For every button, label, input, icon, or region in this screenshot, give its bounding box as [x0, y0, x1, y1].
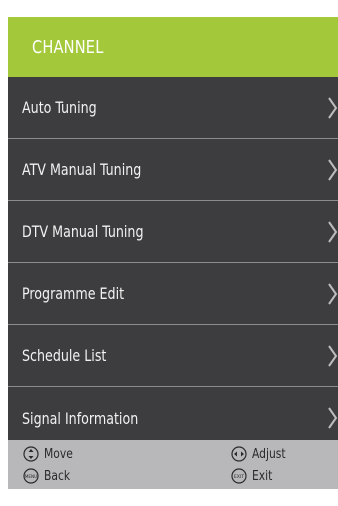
- hint-back-label: Back: [44, 468, 71, 484]
- menu-item-label: Auto Tuning: [22, 98, 97, 117]
- svg-text:MENU: MENU: [25, 474, 37, 479]
- hint-exit: EXIT Exit: [231, 468, 274, 484]
- menu-item-label: Schedule List: [22, 346, 107, 365]
- menu-item-dtv-manual-tuning[interactable]: DTV Manual Tuning: [8, 201, 338, 263]
- chevron-right-icon: [328, 158, 338, 181]
- menu-item-label: Programme Edit: [22, 284, 125, 303]
- menu-item-programme-edit[interactable]: Programme Edit: [8, 263, 338, 325]
- menu-item-label: Signal Information: [22, 408, 139, 428]
- left-right-arrows-icon: [231, 446, 247, 462]
- menu-item-atv-manual-tuning[interactable]: ATV Manual Tuning: [8, 139, 338, 201]
- menu-item-schedule-list[interactable]: Schedule List: [8, 325, 338, 387]
- up-down-arrows-icon: [23, 446, 39, 462]
- menu-item-label: DTV Manual Tuning: [22, 222, 144, 241]
- chevron-right-icon: [328, 96, 338, 119]
- hint-move: Move: [23, 446, 75, 462]
- hint-adjust-label: Adjust: [252, 446, 286, 462]
- menu-button-icon: MENU: [23, 468, 39, 484]
- channel-menu: CHANNEL Auto Tuning ATV Manual Tuning DT…: [8, 17, 338, 489]
- menu-item-label: ATV Manual Tuning: [22, 160, 142, 179]
- chevron-right-icon: [328, 282, 338, 305]
- svg-text:EXIT: EXIT: [234, 474, 244, 480]
- menu-header: CHANNEL: [8, 17, 338, 77]
- hint-exit-label: Exit: [252, 468, 273, 484]
- menu-title: CHANNEL: [32, 36, 104, 58]
- menu-items: Auto Tuning ATV Manual Tuning DTV Manual…: [8, 77, 338, 449]
- chevron-right-icon: [328, 220, 338, 243]
- hint-adjust: Adjust: [231, 446, 289, 462]
- hint-back: MENU Back: [23, 468, 72, 484]
- menu-item-auto-tuning[interactable]: Auto Tuning: [8, 77, 338, 139]
- exit-button-icon: EXIT: [231, 468, 247, 484]
- chevron-right-icon: [328, 407, 338, 429]
- hint-move-label: Move: [44, 446, 73, 462]
- key-hints-footer: Move MENU Back Adjust EXIT Exit: [8, 440, 338, 489]
- chevron-right-icon: [328, 344, 338, 367]
